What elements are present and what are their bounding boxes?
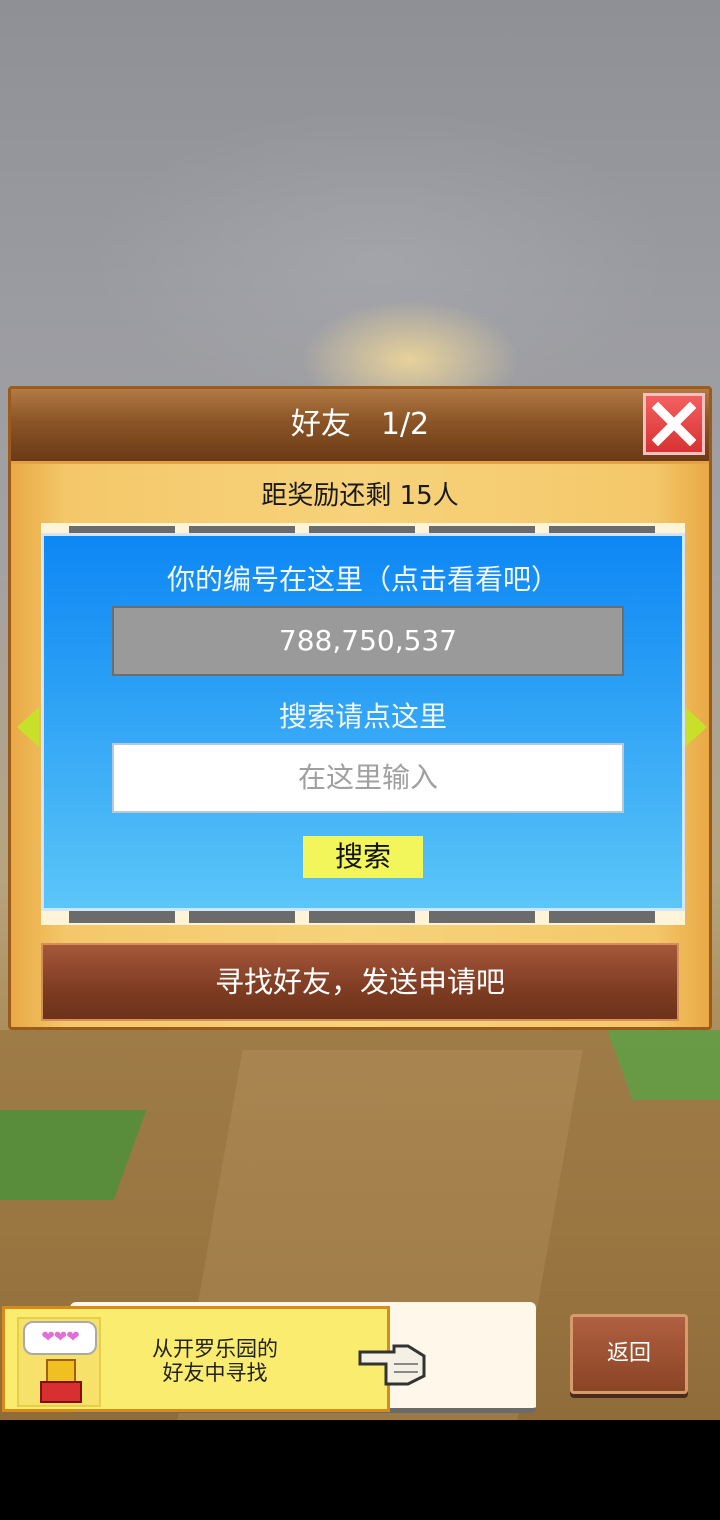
next-page-arrow-icon[interactable] xyxy=(685,707,707,747)
system-nav-bar xyxy=(0,1420,720,1520)
friend-search-panel: 你的编号在这里（点击看看吧） 788,750,537 搜索请点这里 在这里输入 … xyxy=(41,533,685,911)
search-input[interactable]: 在这里输入 xyxy=(112,743,624,813)
dialog-title: 好友 1/2 xyxy=(290,407,430,442)
dialog-header: 好友 1/2 xyxy=(11,389,709,464)
player-id-display[interactable]: 788,750,537 xyxy=(112,606,624,676)
friends-dialog: 好友 1/2 距奖励还剩 15人 你的编号在这里（点击看看吧） 788,750,… xyxy=(8,386,712,1030)
friend-slot xyxy=(189,911,295,923)
search-label: 搜索请点这里 xyxy=(278,700,447,733)
back-button[interactable]: 返回 xyxy=(570,1314,688,1394)
friend-slots-bottom xyxy=(41,911,685,925)
friend-slot xyxy=(429,911,535,923)
pointing-hand-icon xyxy=(358,1344,426,1386)
friend-slot xyxy=(69,911,175,923)
find-friends-button[interactable]: 寻找好友，发送申请吧 xyxy=(41,943,679,1021)
prev-page-arrow-icon[interactable] xyxy=(17,707,39,747)
search-button[interactable]: 搜索 xyxy=(303,836,423,878)
banner-text-line1: 从开罗乐园的 xyxy=(152,1337,278,1361)
banner-text-line2: 好友中寻找 xyxy=(162,1361,268,1385)
banner-text: 从开罗乐园的 好友中寻找 xyxy=(125,1337,305,1385)
friend-slot xyxy=(309,911,415,923)
close-icon xyxy=(652,402,696,446)
reward-remaining-text: 距奖励还剩 15人 xyxy=(261,481,459,511)
friend-slot xyxy=(549,911,655,923)
kairo-park-friends-banner[interactable]: ❤❤❤ 从开罗乐园的 好友中寻找 xyxy=(2,1306,390,1412)
hearts-bubble-icon: ❤❤❤ xyxy=(23,1321,97,1355)
close-button[interactable] xyxy=(643,393,705,455)
avatar: ❤❤❤ xyxy=(17,1317,101,1407)
robot-body-icon xyxy=(40,1381,82,1403)
player-id-label: 你的编号在这里（点击看看吧） xyxy=(166,563,559,596)
